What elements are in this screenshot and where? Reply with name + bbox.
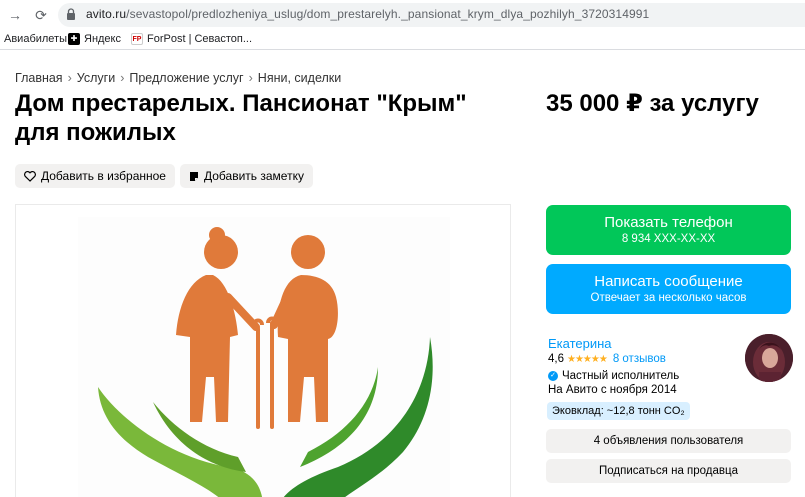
breadcrumb-link[interactable]: Услуги (77, 71, 115, 85)
title-line: для пожилых (15, 119, 176, 146)
masked-phone: 8 934 XXX-XX-XX (621, 233, 716, 245)
show-phone-label: Показать телефон (604, 214, 733, 231)
seller-photo (745, 334, 793, 382)
breadcrumb-separator: › (120, 71, 125, 85)
bookmark-label: Авиабилеты (4, 33, 68, 45)
bookmark-item[interactable]: ✚ Яндекс (68, 33, 121, 45)
seller-listings-button[interactable]: 4 объявления пользователя (546, 429, 791, 453)
seller-type: ✓ Частный исполнитель (548, 370, 679, 382)
forward-arrow-icon[interactable]: → (6, 6, 24, 24)
breadcrumb-separator: › (248, 71, 253, 85)
verified-check-icon: ✓ (548, 371, 558, 381)
rating-value: 4,6 (548, 353, 564, 365)
bookmark-item[interactable]: FP ForPost | Севастоп... (131, 33, 252, 45)
breadcrumb: Главная › Услуги › Предложение услуг › Няни, с… (15, 71, 341, 85)
show-phone-button[interactable]: Показать телефон 8 934 XXX-XX-XX (546, 205, 791, 255)
note-icon (190, 171, 198, 181)
url-text: avito.ru/sevastopol/predlozheniya_uslug/… (86, 7, 650, 21)
title-line: Дом престарелых. Пансионат "Крым" (15, 90, 467, 117)
bookmark-item[interactable]: Авиабилеты (4, 33, 67, 45)
reply-time: Отвечает за несколько часов (590, 292, 747, 304)
breadcrumb-link[interactable]: Главная (15, 71, 63, 85)
add-favorite-label: Добавить в избранное (41, 169, 166, 183)
page-title: Дом престарелых. Пансионат "Крым" для по… (15, 89, 515, 147)
price: 35 000 ₽ за услугу (546, 90, 759, 117)
subscribe-seller-button[interactable]: Подписаться на продавца (546, 459, 791, 483)
write-message-button[interactable]: Написать сообщение Отвечает за несколько… (546, 264, 791, 314)
seller-since: На Авито с ноября 2014 (548, 384, 677, 396)
reviews-link[interactable]: 8 отзывов (613, 353, 666, 365)
seller-type-label: Частный исполнитель (562, 370, 680, 382)
add-note-button[interactable]: Добавить заметку (180, 164, 313, 188)
avatar[interactable] (745, 334, 793, 382)
seller-name[interactable]: Екатерина (548, 336, 612, 351)
add-note-label: Добавить заметку (204, 169, 304, 183)
eco-badge[interactable]: Эковклад: ~12,8 тонн CO₂ (547, 402, 690, 420)
reload-icon[interactable]: ⟳ (32, 6, 50, 24)
care-hands-logo-icon (98, 227, 433, 497)
address-bar[interactable]: avito.ru/sevastopol/predlozheniya_uslug/… (58, 3, 805, 27)
forpost-icon: FP (131, 33, 143, 45)
heart-icon (24, 170, 36, 182)
yandex-icon: ✚ (68, 33, 80, 45)
listing-photo[interactable] (78, 217, 450, 497)
bookmark-label: Яндекс (84, 33, 121, 45)
bookmarks-bar: Авиабилеты ✚ Яндекс FP ForPost | Севасто… (0, 30, 805, 50)
star-rating-icon: ★★★★★ (567, 353, 608, 365)
breadcrumb-link[interactable]: Предложение услуг (129, 71, 243, 85)
photo-gallery[interactable] (15, 204, 511, 497)
breadcrumb-link[interactable]: Няни, сиделки (258, 71, 341, 85)
write-message-label: Написать сообщение (594, 273, 743, 290)
seller-rating: 4,6 ★★★★★ 8 отзывов (548, 353, 666, 365)
add-favorite-button[interactable]: Добавить в избранное (15, 164, 175, 188)
breadcrumb-separator: › (67, 71, 72, 85)
browser-toolbar: → ⟳ avito.ru/sevastopol/predlozheniya_us… (0, 0, 805, 30)
lock-icon (67, 8, 75, 20)
bookmark-label: ForPost | Севастоп... (147, 33, 253, 45)
